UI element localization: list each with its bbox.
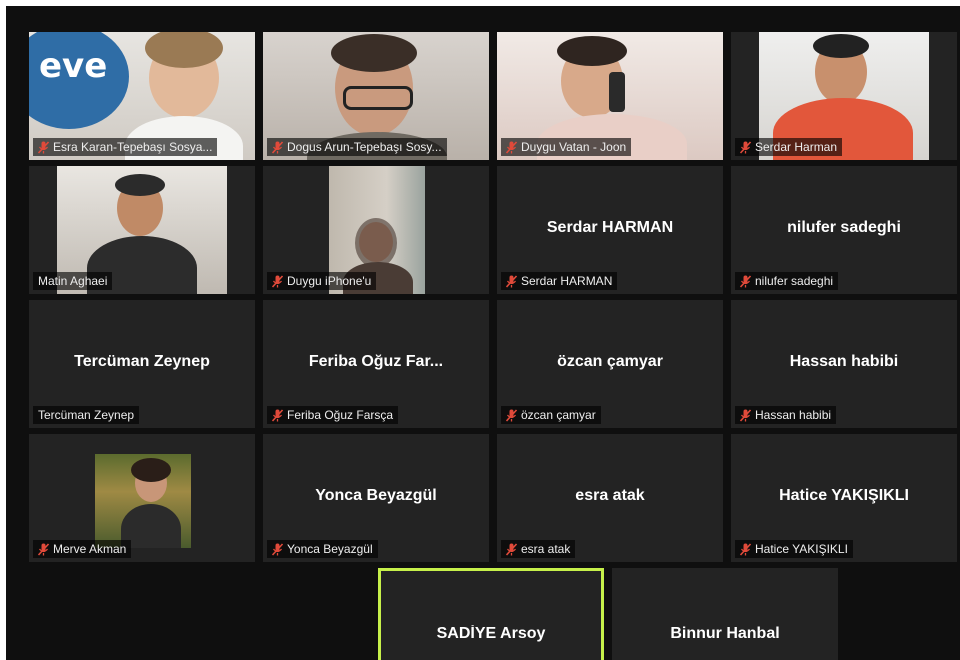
- muted-mic-icon: [272, 408, 283, 422]
- participant-name: Duygu iPhone'u: [287, 274, 372, 288]
- person-hair: [813, 34, 869, 58]
- participant-name: esra atak: [521, 542, 571, 556]
- participant-display-name: Hatice YAKIŞIKLI: [779, 487, 909, 505]
- participant-display-name: nilufer sadeghi: [787, 219, 901, 237]
- video-gallery: eve Esra Karan-Tepebaşı Sosya... Dogus A…: [6, 6, 960, 660]
- participant-name-tag: Serdar HARMAN: [501, 272, 618, 290]
- participant-name: Hassan habibi: [755, 408, 832, 422]
- participant-name-tag: Yonca Beyazgül: [267, 540, 378, 558]
- participant-display-name: Tercüman Zeynep: [74, 353, 210, 371]
- participant-tile[interactable]: nilufer sadeghi nilufer sadeghi: [731, 166, 957, 294]
- participant-display-name: esra atak: [575, 487, 645, 505]
- participant-name-tag: Merve Akman: [33, 540, 132, 558]
- participant-name: Yonca Beyazgül: [287, 542, 373, 556]
- participant-name-tag: Hatice YAKIŞIKLI: [735, 540, 853, 558]
- participant-display-name: Hassan habibi: [789, 353, 899, 371]
- participant-name-tag: Tercüman Zeynep: [33, 406, 140, 424]
- participant-tile-active-speaker[interactable]: SADİYE Arsoy: [378, 568, 604, 660]
- participant-display-name: Yonca Beyazgül: [315, 487, 437, 505]
- participant-name: Hatice YAKIŞIKLI: [755, 542, 848, 556]
- muted-mic-icon: [506, 140, 517, 154]
- participant-tile[interactable]: Duygu Vatan - Joon: [497, 32, 723, 160]
- participant-tile[interactable]: Feriba Oğuz Far... Feriba Oğuz Farsça: [263, 300, 489, 428]
- participant-name-tag: esra atak: [501, 540, 576, 558]
- participant-name: Duygu Vatan - Joon: [521, 140, 627, 154]
- participant-name: özcan çamyar: [521, 408, 596, 422]
- participant-tile[interactable]: özcan çamyar özcan çamyar: [497, 300, 723, 428]
- muted-mic-icon: [740, 408, 751, 422]
- participant-tile[interactable]: Duygu iPhone'u: [263, 166, 489, 294]
- participant-tile[interactable]: Serdar Harman: [731, 32, 957, 160]
- participant-display-name: özcan çamyar: [557, 353, 663, 371]
- participant-display-name: Serdar HARMAN: [546, 219, 674, 237]
- participant-display-name: Binnur Hanbal: [670, 625, 780, 643]
- participant-tile[interactable]: Merve Akman: [29, 434, 255, 562]
- participant-name-tag: Duygu Vatan - Joon: [501, 138, 632, 156]
- participant-tile[interactable]: Dogus Arun-Tepebaşı Sosy...: [263, 32, 489, 160]
- participant-tile[interactable]: Yonca Beyazgül Yonca Beyazgül: [263, 434, 489, 562]
- participant-name: Esra Karan-Tepebaşı Sosya...: [53, 140, 213, 154]
- chair-shape: [609, 72, 625, 112]
- participant-tile[interactable]: Hatice YAKIŞIKLI Hatice YAKIŞIKLI: [731, 434, 957, 562]
- muted-mic-icon: [506, 274, 517, 288]
- participant-name-tag: Duygu iPhone'u: [267, 272, 377, 290]
- participant-tile[interactable]: Binnur Hanbal: [612, 568, 838, 660]
- participant-name: Dogus Arun-Tepebaşı Sosy...: [287, 140, 442, 154]
- muted-mic-icon: [506, 542, 517, 556]
- glasses-shape: [343, 86, 413, 110]
- participant-tile[interactable]: Serdar HARMAN Serdar HARMAN: [497, 166, 723, 294]
- muted-mic-icon: [272, 542, 283, 556]
- muted-mic-icon: [38, 542, 49, 556]
- muted-mic-icon: [272, 274, 283, 288]
- person-hair: [331, 34, 417, 72]
- muted-mic-icon: [272, 140, 283, 154]
- muted-mic-icon: [38, 140, 49, 154]
- participant-display-name: Feriba Oğuz Far...: [308, 353, 444, 371]
- participant-name: Merve Akman: [53, 542, 127, 556]
- participant-video: [95, 454, 191, 548]
- muted-mic-icon: [740, 140, 751, 154]
- muted-mic-icon: [740, 542, 751, 556]
- participant-name-tag: Esra Karan-Tepebaşı Sosya...: [33, 138, 218, 156]
- participant-name-tag: Serdar Harman: [735, 138, 843, 156]
- participant-name: Tercüman Zeynep: [38, 408, 135, 422]
- participant-name-tag: özcan çamyar: [501, 406, 601, 424]
- participant-tile[interactable]: Tercüman Zeynep Tercüman Zeynep: [29, 300, 255, 428]
- logo-text: eve: [39, 46, 108, 86]
- person-hair: [557, 36, 627, 66]
- participant-name-tag: Dogus Arun-Tepebaşı Sosy...: [267, 138, 447, 156]
- participant-name-tag: nilufer sadeghi: [735, 272, 839, 290]
- muted-mic-icon: [506, 408, 517, 422]
- participant-name-tag: Feriba Oğuz Farsça: [267, 406, 399, 424]
- participant-name-tag: Matin Aghaei: [33, 272, 113, 290]
- participant-tile[interactable]: Matin Aghaei: [29, 166, 255, 294]
- participant-name-tag: Hassan habibi: [735, 406, 837, 424]
- person-hair: [115, 174, 165, 196]
- participant-name: Feriba Oğuz Farsça: [287, 408, 394, 422]
- participant-tile[interactable]: eve Esra Karan-Tepebaşı Sosya...: [29, 32, 255, 160]
- participant-display-name: SADİYE Arsoy: [436, 625, 546, 643]
- participant-tile[interactable]: Hassan habibi Hassan habibi: [731, 300, 957, 428]
- participant-name: Matin Aghaei: [38, 274, 108, 288]
- participant-tile[interactable]: esra atak esra atak: [497, 434, 723, 562]
- participant-name: nilufer sadeghi: [755, 274, 834, 288]
- participant-name: Serdar HARMAN: [521, 274, 613, 288]
- person-hair: [131, 458, 171, 482]
- person-hair: [355, 218, 397, 268]
- participant-name: Serdar Harman: [755, 140, 838, 154]
- muted-mic-icon: [740, 274, 751, 288]
